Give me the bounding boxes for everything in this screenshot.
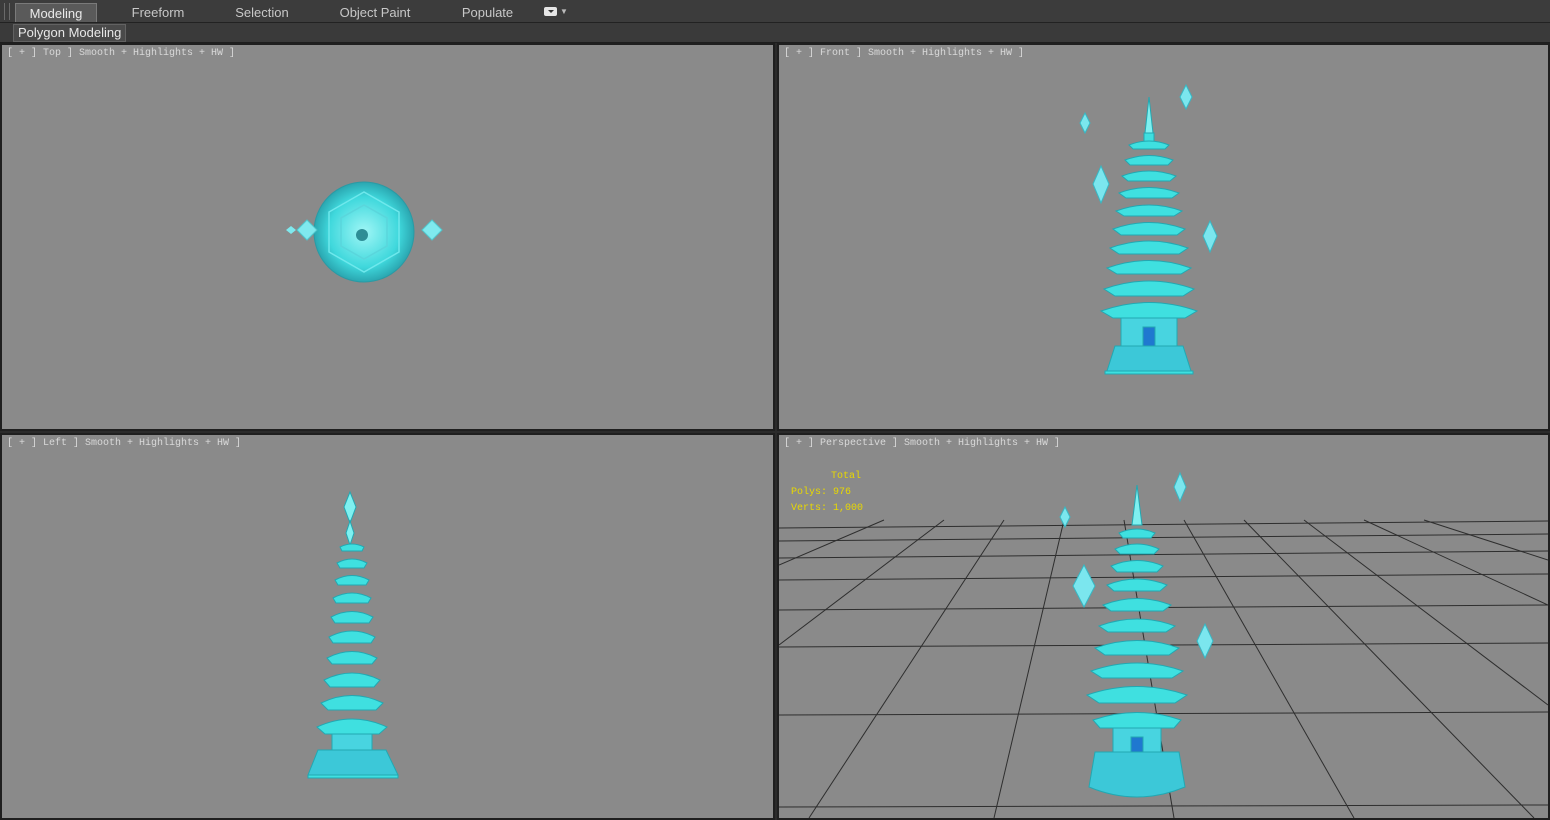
tab-object-paint[interactable]: Object Paint (330, 3, 420, 22)
front-view-model (1079, 83, 1218, 375)
ribbon-bar: Modeling Freeform Selection Object Paint… (0, 0, 1550, 23)
chevron-down-icon[interactable]: ▼ (560, 7, 568, 16)
ribbon-grip[interactable] (4, 3, 10, 20)
ribbon-panel-bar: Polygon Modeling (0, 23, 1550, 43)
tab-populate[interactable]: Populate (450, 3, 525, 22)
perspective-grid-and-model (779, 471, 1548, 818)
ribbon-options-icon[interactable] (544, 7, 557, 16)
left-view-model (307, 490, 399, 779)
top-view-model (286, 181, 443, 283)
tab-freeform[interactable]: Freeform (118, 3, 198, 22)
tab-selection[interactable]: Selection (222, 3, 302, 22)
viewport-top[interactable]: [ + ] Top ] Smooth + Highlights + HW ] (0, 43, 775, 431)
viewport-left[interactable]: [ + ] Left ] Smooth + Highlights + HW ] (0, 433, 775, 820)
viewport-perspective[interactable]: [ + ] Perspective ] Smooth + Highlights … (777, 433, 1550, 820)
polygon-modeling-panel[interactable]: Polygon Modeling (13, 24, 127, 42)
tab-modeling[interactable]: Modeling (15, 3, 97, 22)
viewport-front[interactable]: [ + ] Front ] Smooth + Highlights + HW ] (777, 43, 1550, 431)
